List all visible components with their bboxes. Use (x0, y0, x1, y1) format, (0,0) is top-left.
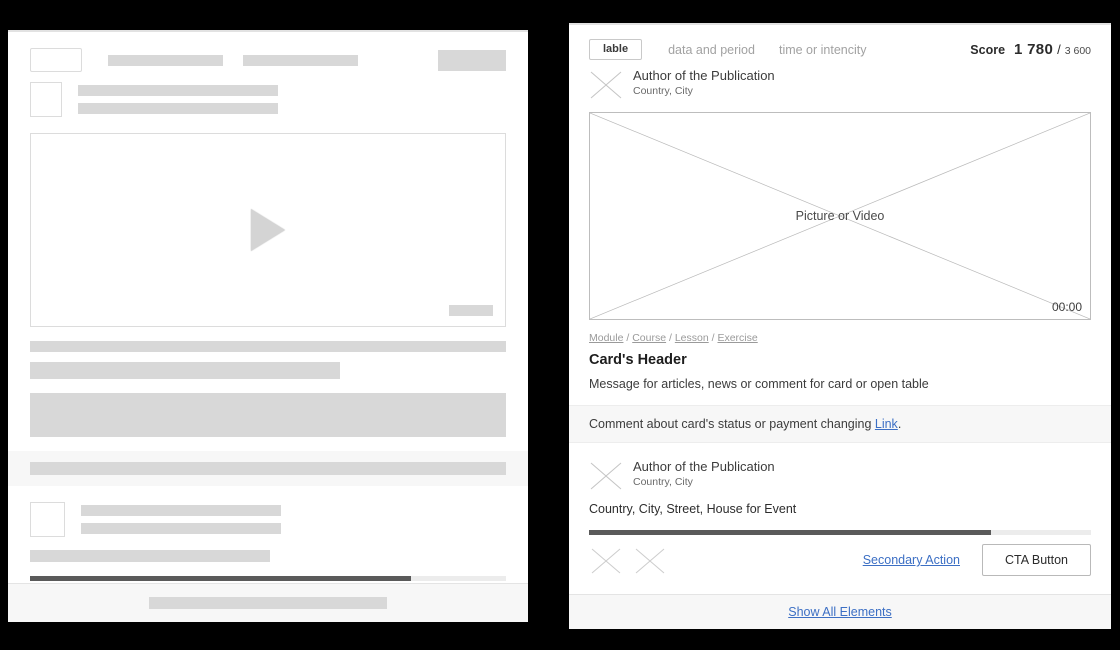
skeleton-chip[interactable] (30, 48, 82, 72)
media-placeholder[interactable]: Picture or Video 00:00 (589, 112, 1091, 320)
skeleton-author-top (8, 72, 528, 117)
score-value: 1 780 (1014, 41, 1054, 58)
author-bottom: Author of the Publication Country, City (569, 443, 1111, 493)
skeleton-note-bar (30, 462, 506, 475)
card-actions-row: Secondary Action CTA Button (569, 535, 1111, 577)
skeleton-header-row (8, 32, 528, 72)
show-all-elements-link[interactable]: Show All Elements (788, 605, 892, 619)
left-panel-frame (0, 22, 536, 628)
author-name: Author of the Publication (633, 68, 775, 83)
event-address: Country, City, Street, House for Event (589, 502, 797, 516)
skeleton-footer-bar[interactable] (149, 597, 387, 609)
skeleton-progress-bar[interactable] (30, 576, 506, 581)
progress-bar[interactable] (589, 530, 1091, 535)
skeleton-author-bottom (8, 486, 528, 537)
avatar-cross-icon (590, 462, 622, 490)
meta-time-or-intensity: time or intencity (778, 42, 867, 57)
skeleton-breadcrumb-bar (30, 341, 506, 352)
skeleton-title-bar (30, 362, 340, 379)
cta-button[interactable]: CTA Button (982, 543, 1091, 577)
skeleton-note-strip (8, 451, 528, 486)
skeleton-footer (8, 583, 528, 622)
play-icon[interactable] (251, 209, 285, 251)
skeleton-meta-bar-1 (108, 54, 223, 66)
breadcrumb-item-course[interactable]: Course (632, 332, 666, 344)
breadcrumb: Module / Course / Lesson / Exercise (589, 332, 758, 344)
score-block: Score 1 780 / 3 600 (970, 41, 1091, 58)
author-top: Author of the Publication Country, City (569, 60, 1111, 102)
progress-fill (589, 530, 991, 535)
breadcrumb-item-exercise[interactable]: Exercise (717, 332, 757, 344)
skeleton-score-bar (438, 49, 506, 71)
skeleton-timestamp-bar (449, 305, 493, 316)
breadcrumb-item-lesson[interactable]: Lesson (675, 332, 709, 344)
skeleton-address-bar (30, 550, 270, 562)
skeleton-media-player[interactable] (30, 133, 506, 327)
right-panel-frame: lable data and period time or intencity … (560, 14, 1120, 636)
secondary-action-link[interactable]: Secondary Action (863, 553, 960, 567)
skeleton-author-name-bar (78, 85, 278, 96)
skeleton-author2-name-bar (81, 505, 281, 516)
score-label: Score (970, 43, 1006, 57)
status-note-text-after: . (897, 417, 902, 431)
close-cross-icon[interactable] (633, 543, 667, 577)
card-title: Card's Header (589, 352, 687, 368)
score-max: 3 600 (1064, 45, 1091, 57)
skeleton-avatar (30, 82, 62, 117)
label-chip[interactable]: lable (589, 39, 643, 60)
media-timestamp: 00:00 (1051, 300, 1082, 314)
skeleton-author-location-bar (78, 103, 278, 114)
status-note-link[interactable]: Link (875, 417, 898, 431)
card-header-row: lable data and period time or intencity … (569, 25, 1111, 60)
content-card: lable data and period time or intencity … (569, 23, 1111, 629)
score-separator: / (1057, 42, 1061, 57)
skeleton-progress-fill (30, 576, 411, 581)
author-location: Country, City (633, 85, 693, 98)
meta-data-and-period: data and period (668, 42, 755, 57)
skeleton-author2-location-bar (81, 523, 281, 534)
skeleton-card (8, 30, 528, 622)
skeleton-message-block (30, 393, 506, 437)
avatar-cross-icon (590, 71, 622, 99)
author-bottom-location: Country, City (633, 476, 693, 489)
skeleton-avatar-2 (30, 502, 65, 537)
status-note-text: Comment about card's status or payment c… (589, 417, 875, 431)
breadcrumb-item-module[interactable]: Module (589, 332, 623, 344)
card-message: Message for articles, news or comment fo… (589, 377, 929, 391)
author-bottom-name: Author of the Publication (633, 459, 775, 474)
status-note-strip: Comment about card's status or payment c… (569, 405, 1111, 443)
close-cross-icon[interactable] (589, 543, 623, 577)
card-footer: Show All Elements (569, 594, 1111, 629)
media-placeholder-label: Picture or Video (795, 209, 885, 223)
screenshot-root: lable data and period time or intencity … (0, 0, 1120, 650)
skeleton-meta-bar-2 (243, 54, 358, 66)
